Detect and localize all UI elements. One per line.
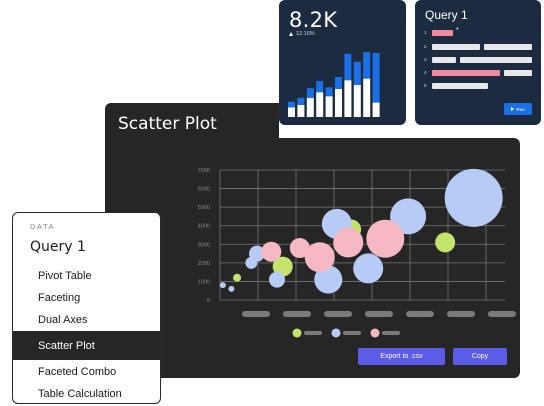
y-tick-label: 6000 (198, 187, 210, 193)
legend-label-placeholder (343, 331, 361, 335)
scatter-point (435, 232, 456, 253)
y-tick-label: 7000 (198, 168, 210, 174)
scatter-point (444, 168, 503, 227)
x-tick-placeholder (324, 311, 352, 317)
scatter-point (269, 271, 285, 288)
y-tick-label: 1000 (198, 279, 210, 285)
data-menu: DATA Query 1 Pivot Table Faceting Dual A… (12, 212, 161, 404)
scatter-point (353, 253, 384, 284)
scatter-point (333, 227, 364, 258)
y-tick-label: 3000 (198, 242, 210, 248)
legend-swatch (370, 328, 380, 338)
copy-button[interactable]: Copy (453, 348, 507, 365)
x-tick-placeholder (365, 311, 393, 317)
legend-label-placeholder (304, 331, 322, 335)
legend-swatch (292, 328, 302, 338)
scatter-point (304, 242, 335, 273)
menu-item-scatter-plot[interactable]: Scatter Plot (13, 331, 160, 360)
scatter-point (219, 282, 226, 289)
menu-item-table-calculation[interactable]: Table Calculation (13, 383, 160, 403)
legend-swatch (331, 328, 341, 338)
export-csv-button[interactable]: Export to .csv (358, 348, 445, 365)
x-tick-placeholder (283, 311, 311, 317)
scatter-point (228, 285, 235, 292)
scatter-point (366, 219, 405, 258)
x-tick-placeholder (488, 311, 516, 317)
y-tick-label: 4000 (198, 224, 210, 230)
y-tick-label: 0 (207, 298, 210, 304)
y-tick-label: 2000 (198, 261, 210, 267)
x-tick-placeholder (447, 311, 475, 317)
x-tick-placeholder (406, 311, 434, 317)
menu-item-faceting[interactable]: Faceting (13, 287, 160, 309)
x-tick-placeholder (242, 311, 270, 317)
scatter-point (261, 241, 282, 262)
legend-label-placeholder (382, 331, 400, 335)
scatter-point (233, 273, 242, 282)
menu-title: Query 1 (30, 239, 86, 255)
menu-section-label: DATA (30, 222, 56, 231)
menu-item-pivot-table[interactable]: Pivot Table (13, 265, 160, 287)
menu-item-faceted-combo[interactable]: Faceted Combo (13, 361, 160, 383)
y-tick-label: 5000 (198, 205, 210, 211)
menu-item-dual-axes[interactable]: Dual Axes (13, 309, 160, 331)
